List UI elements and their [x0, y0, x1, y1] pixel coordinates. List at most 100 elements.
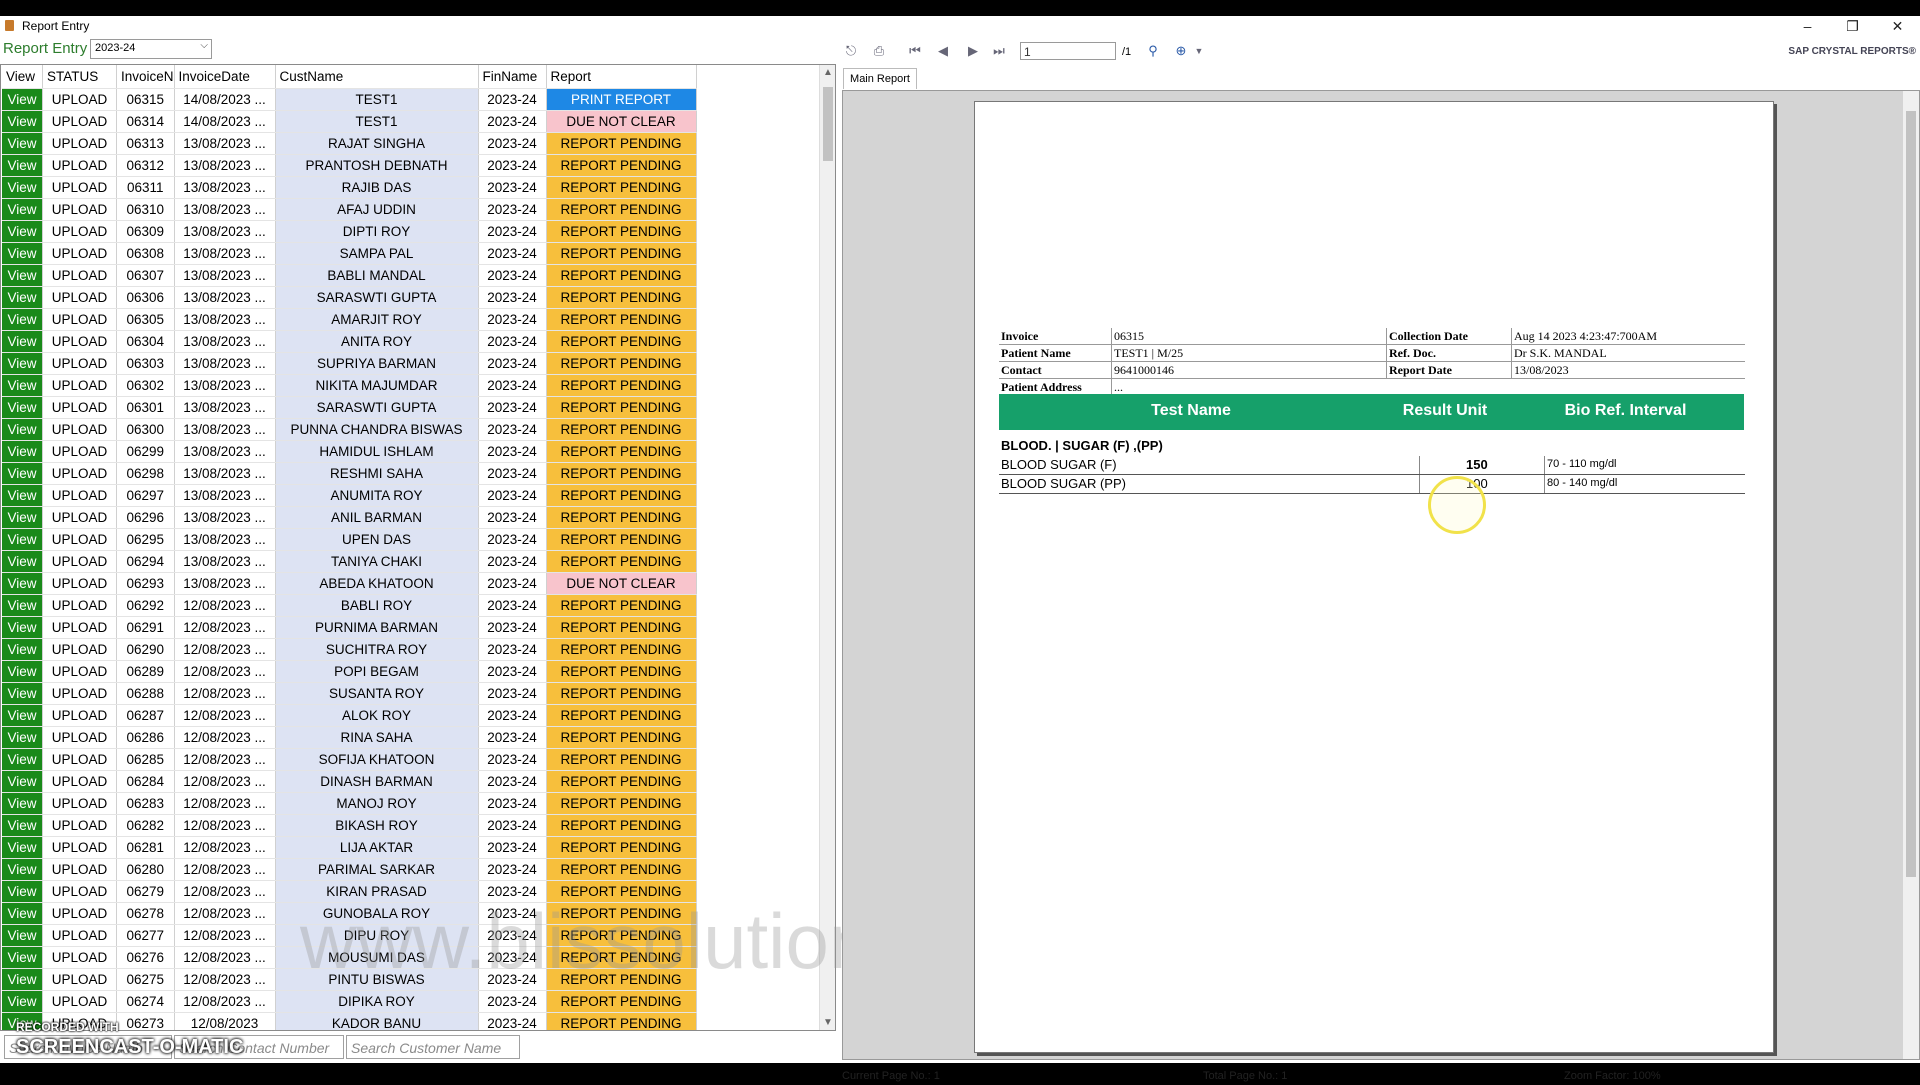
view-button[interactable]: View: [2, 154, 43, 177]
report-status-cell[interactable]: REPORT PENDING: [546, 616, 697, 639]
table-row[interactable]: View UPLOAD 06315 14/08/2023 ... TEST1 2023-2…: [2, 88, 697, 111]
view-button[interactable]: View: [2, 990, 43, 1013]
col-header-view[interactable]: View: [2, 65, 43, 89]
view-button[interactable]: View: [2, 924, 43, 947]
report-status-cell[interactable]: REPORT PENDING: [546, 374, 697, 397]
year-select[interactable]: 2023-24 ⌵: [90, 39, 212, 59]
view-button[interactable]: View: [2, 220, 43, 243]
col-header-date[interactable]: InvoiceDate: [174, 65, 276, 89]
table-row[interactable]: View UPLOAD 06281 12/08/2023 ... LIJA AKTAR 2…: [2, 836, 697, 859]
table-row[interactable]: View UPLOAD 06308 13/08/2023 ... SAMPA PAL 20…: [2, 242, 697, 265]
report-status-cell[interactable]: REPORT PENDING: [546, 682, 697, 705]
next-page-icon[interactable]: ▶: [964, 42, 982, 60]
report-status-cell[interactable]: REPORT PENDING: [546, 154, 697, 177]
report-status-cell[interactable]: REPORT PENDING: [546, 242, 697, 265]
view-button[interactable]: View: [2, 484, 43, 507]
table-row[interactable]: View UPLOAD 06300 13/08/2023 ... PUNNA CHAND…: [2, 418, 697, 441]
report-status-cell[interactable]: REPORT PENDING: [546, 836, 697, 859]
view-button[interactable]: View: [2, 616, 43, 639]
view-button[interactable]: View: [2, 88, 43, 111]
report-status-cell[interactable]: REPORT PENDING: [546, 176, 697, 199]
view-button[interactable]: View: [2, 880, 43, 903]
report-status-cell[interactable]: REPORT PENDING: [546, 220, 697, 243]
table-row[interactable]: View UPLOAD 06280 12/08/2023 ... PARIMAL SAR…: [2, 858, 697, 881]
report-status-cell[interactable]: REPORT PENDING: [546, 550, 697, 573]
close-button[interactable]: ✕: [1875, 16, 1920, 36]
table-row[interactable]: View UPLOAD 06293 13/08/2023 ... ABEDA KHATO…: [2, 572, 697, 595]
scroll-thumb[interactable]: [823, 87, 833, 161]
page-number-input[interactable]: 1: [1020, 42, 1116, 60]
report-status-cell[interactable]: REPORT PENDING: [546, 748, 697, 771]
view-button[interactable]: View: [2, 506, 43, 529]
view-button[interactable]: View: [2, 132, 43, 155]
col-header-invoice[interactable]: InvoiceN: [116, 65, 175, 89]
zoom-dropdown-icon[interactable]: ▼: [1190, 42, 1208, 60]
view-button[interactable]: View: [2, 572, 43, 595]
view-button[interactable]: View: [2, 902, 43, 925]
table-row[interactable]: View UPLOAD 06311 13/08/2023 ... RAJIB DAS 20…: [2, 176, 697, 199]
view-button[interactable]: View: [2, 352, 43, 375]
view-button[interactable]: View: [2, 814, 43, 837]
table-row[interactable]: View UPLOAD 06303 13/08/2023 ... SUPRIYA BAR…: [2, 352, 697, 375]
report-status-cell[interactable]: REPORT PENDING: [546, 330, 697, 353]
table-row[interactable]: View UPLOAD 06299 13/08/2023 ... HAMIDUL ISH…: [2, 440, 697, 463]
report-status-cell[interactable]: REPORT PENDING: [546, 264, 697, 287]
report-status-cell[interactable]: REPORT PENDING: [546, 594, 697, 617]
view-button[interactable]: View: [2, 946, 43, 969]
view-button[interactable]: View: [2, 462, 43, 485]
scroll-up-icon[interactable]: ▲: [823, 67, 833, 78]
table-row[interactable]: View UPLOAD 06282 12/08/2023 ... BIKASH ROY 2…: [2, 814, 697, 837]
view-button[interactable]: View: [2, 418, 43, 441]
view-button[interactable]: View: [2, 110, 43, 133]
table-row[interactable]: View UPLOAD 06288 12/08/2023 ... SUSANTA ROY…: [2, 682, 697, 705]
table-row[interactable]: View UPLOAD 06310 13/08/2023 ... AFAJ UDDIN 2…: [2, 198, 697, 221]
view-button[interactable]: View: [2, 726, 43, 749]
table-row[interactable]: View UPLOAD 06291 12/08/2023 ... PURNIMA BAR…: [2, 616, 697, 639]
view-button[interactable]: View: [2, 396, 43, 419]
maximize-button[interactable]: ❐: [1830, 16, 1875, 36]
export-icon[interactable]: ⎋: [842, 42, 860, 60]
view-button[interactable]: View: [2, 682, 43, 705]
table-row[interactable]: View UPLOAD 06283 12/08/2023 ... MANOJ ROY 20…: [2, 792, 697, 815]
table-row[interactable]: View UPLOAD 06306 13/08/2023 ... SARASWTI GU…: [2, 286, 697, 309]
table-row[interactable]: View UPLOAD 06290 12/08/2023 ... SUCHITRA RO…: [2, 638, 697, 661]
view-button[interactable]: View: [2, 968, 43, 991]
view-button[interactable]: View: [2, 308, 43, 331]
find-icon[interactable]: ⚲: [1144, 42, 1162, 60]
report-status-cell[interactable]: REPORT PENDING: [546, 418, 697, 441]
view-button[interactable]: View: [2, 704, 43, 727]
report-status-cell[interactable]: REPORT PENDING: [546, 484, 697, 507]
report-status-cell[interactable]: DUE NOT CLEAR: [546, 110, 697, 133]
report-status-cell[interactable]: REPORT PENDING: [546, 770, 697, 793]
report-status-cell[interactable]: REPORT PENDING: [546, 528, 697, 551]
table-row[interactable]: View UPLOAD 06307 13/08/2023 ... BABLI MANDA…: [2, 264, 697, 287]
viewer-scroll-thumb[interactable]: [1906, 111, 1916, 877]
table-row[interactable]: View UPLOAD 06284 12/08/2023 ... DINASH BARM…: [2, 770, 697, 793]
report-status-cell[interactable]: REPORT PENDING: [546, 792, 697, 815]
table-row[interactable]: View UPLOAD 06312 13/08/2023 ... PRANTOSH DE…: [2, 154, 697, 177]
prev-page-icon[interactable]: ◀: [934, 42, 952, 60]
col-header-customer[interactable]: CustName: [275, 65, 479, 89]
report-status-cell[interactable]: REPORT PENDING: [546, 990, 697, 1013]
col-header-status[interactable]: STATUS: [42, 65, 117, 89]
table-row[interactable]: View UPLOAD 06298 13/08/2023 ... RESHMI SAHA…: [2, 462, 697, 485]
view-button[interactable]: View: [2, 374, 43, 397]
view-button[interactable]: View: [2, 242, 43, 265]
report-status-cell[interactable]: REPORT PENDING: [546, 858, 697, 881]
report-status-cell[interactable]: REPORT PENDING: [546, 440, 697, 463]
report-status-cell[interactable]: REPORT PENDING: [546, 352, 697, 375]
tab-main-report[interactable]: Main Report: [843, 68, 917, 89]
table-row[interactable]: View UPLOAD 06301 13/08/2023 ... SARASWTI GU…: [2, 396, 697, 419]
viewer-scrollbar[interactable]: [1903, 91, 1919, 1059]
view-button[interactable]: View: [2, 550, 43, 573]
first-page-icon[interactable]: ⏮: [906, 42, 924, 60]
report-status-cell[interactable]: REPORT PENDING: [546, 132, 697, 155]
view-button[interactable]: View: [2, 748, 43, 771]
view-button[interactable]: View: [2, 176, 43, 199]
report-status-cell[interactable]: REPORT PENDING: [546, 462, 697, 485]
report-status-cell[interactable]: PRINT REPORT: [546, 88, 697, 111]
view-button[interactable]: View: [2, 528, 43, 551]
scroll-down-icon[interactable]: ▼: [823, 1017, 833, 1028]
view-button[interactable]: View: [2, 858, 43, 881]
table-row[interactable]: View UPLOAD 06304 13/08/2023 ... ANITA ROY 20…: [2, 330, 697, 353]
